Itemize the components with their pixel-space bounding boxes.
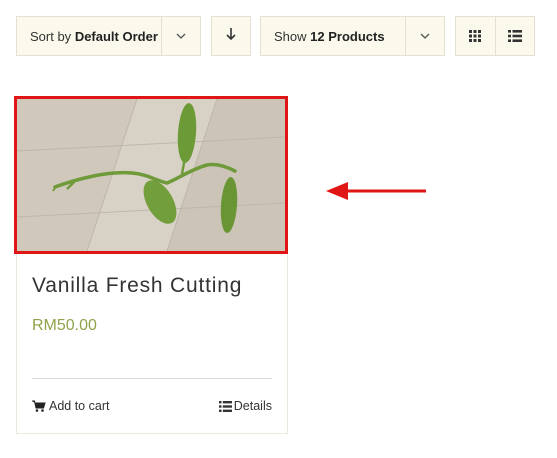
product-price: RM50.00 bbox=[32, 317, 97, 334]
details-button[interactable]: Details bbox=[218, 399, 272, 413]
sort-value: Default Order bbox=[74, 28, 158, 44]
list-icon bbox=[507, 30, 522, 42]
arrow-left-icon bbox=[326, 182, 426, 200]
list-icon bbox=[218, 400, 232, 412]
shop-toolbar: Sort by Default Order Show 12 Products bbox=[0, 0, 557, 60]
sort-direction-button[interactable] bbox=[211, 16, 251, 56]
cart-icon bbox=[32, 400, 46, 412]
product-image[interactable] bbox=[14, 96, 288, 254]
add-to-cart-label: Add to cart bbox=[49, 399, 110, 413]
chevron-down-icon bbox=[161, 17, 200, 55]
chevron-down-icon bbox=[405, 17, 444, 55]
sort-order-dropdown[interactable]: Sort by Default Order bbox=[16, 16, 201, 56]
grid-icon bbox=[469, 30, 482, 42]
show-value: 12 Products bbox=[310, 28, 385, 44]
divider bbox=[32, 378, 272, 379]
show-label: Show 12 Products bbox=[274, 28, 385, 44]
sort-label: Sort by Default Order bbox=[30, 28, 158, 44]
arrow-down-icon bbox=[225, 27, 237, 46]
product-title[interactable]: Vanilla Fresh Cutting bbox=[32, 274, 242, 298]
list-view-button[interactable] bbox=[494, 17, 535, 55]
add-to-cart-button[interactable]: Add to cart bbox=[32, 399, 109, 413]
view-mode-toggle bbox=[455, 16, 535, 56]
products-per-page-dropdown[interactable]: Show 12 Products bbox=[260, 16, 445, 56]
details-label: Details bbox=[233, 399, 272, 413]
grid-view-button[interactable] bbox=[456, 17, 495, 55]
